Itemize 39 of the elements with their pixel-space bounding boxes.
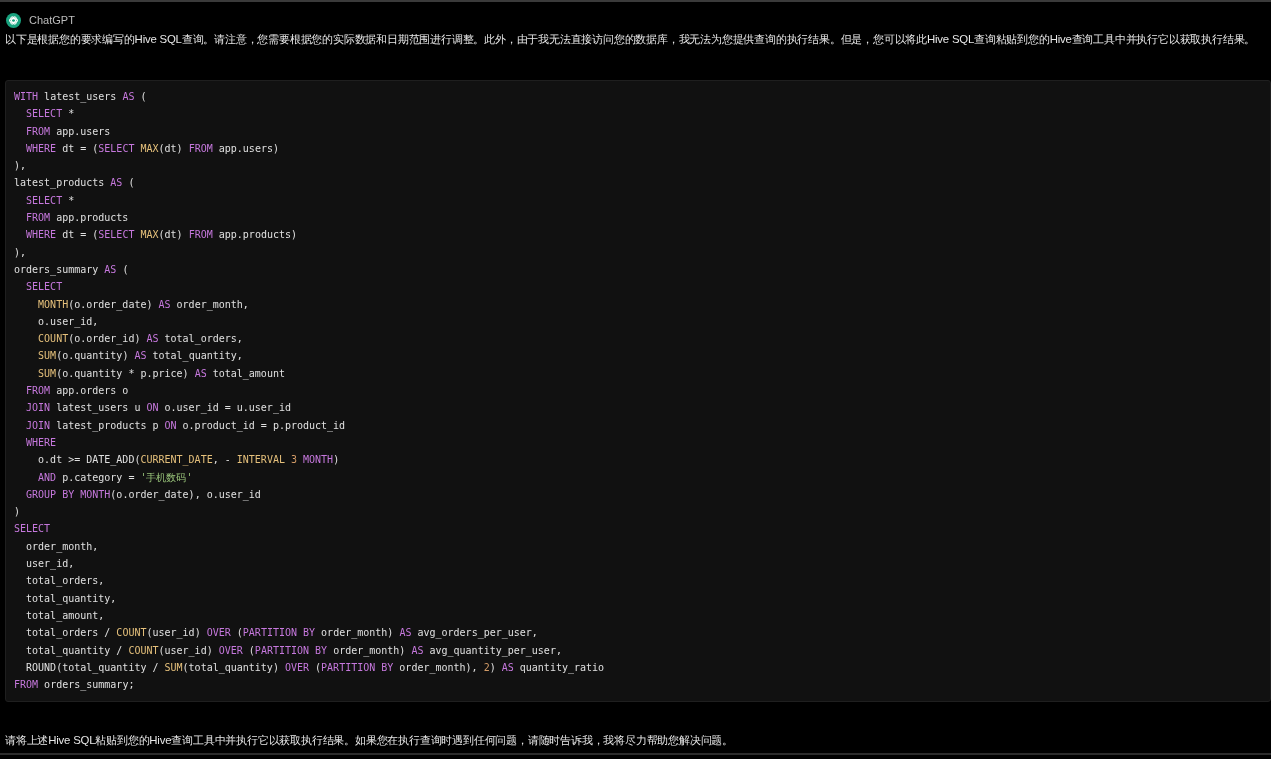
code-line: WHERE dt = (SELECT MAX(dt) FROM app.users) — [25, 141, 280, 156]
code-line: WHERE — [25, 435, 58, 450]
logo-icon — [6, 13, 21, 28]
code-line: o.user_id, — [37, 314, 100, 330]
code-line: total_quantity / COUNT(user_id) OVER (PARTITION BY order_month) AS avg_quantity_per_user, — [25, 643, 563, 659]
closing-paragraph: 请将上述Hive SQL粘贴到您的Hive查询工具中并执行它以获取执行结果。如果您在执行查询时遇到任何问题，请随时告诉我，我将尽力帮助您解决问题。 — [4, 733, 733, 748]
code-line: GROUP BY MONTH(o.order_date), o.user_id — [25, 487, 262, 503]
code-line: MONTH(o.order_date) AS order_month, — [37, 297, 250, 313]
author-name: ChatGPT — [29, 13, 75, 29]
code-line: ) — [14, 505, 22, 520]
code-line: ), — [14, 159, 28, 174]
code-line: ), — [14, 245, 28, 260]
code-line: ROUND(total_quantity / SUM(total_quantity) OVER (PARTITION BY order_month), 2) AS quantity_ratio — [25, 660, 606, 676]
code-line: user_id, — [25, 557, 76, 572]
code-line: FROM app.users — [25, 124, 112, 139]
code-line: total_quantity, — [25, 591, 118, 607]
code-line: total_orders, — [25, 574, 106, 589]
code-line: total_amount, — [25, 608, 106, 624]
code-line: SELECT * — [25, 107, 76, 122]
code-line: WHERE dt = (SELECT MAX(dt) FROM app.products) — [25, 228, 299, 243]
code-line: SUM(o.quantity * p.price) AS total_amount — [37, 366, 286, 382]
code-line: JOIN latest_users u ON o.user_id = u.user_id — [25, 401, 292, 416]
code-line: orders_summary AS ( — [14, 262, 130, 278]
code-line: SELECT — [25, 280, 64, 295]
code-line: COUNT(o.order_id) AS total_orders, — [37, 332, 244, 347]
code-line: FROM app.products — [25, 211, 130, 226]
code-line: SELECT — [14, 522, 52, 537]
code-line: total_orders / COUNT(user_id) OVER (PARTITION BY order_month) AS avg_orders_per_user, — [25, 626, 539, 641]
code-line: latest_products AS ( — [14, 176, 136, 191]
code-line: o.dt >= DATE_ADD(CURRENT_DATE, - INTERVAL 3 MONTH) — [37, 453, 341, 468]
code-line: FROM orders_summary; — [14, 678, 136, 693]
intro-paragraph: 以下是根据您的要求编写的Hive SQL查询。请注意，您需要根据您的实际数据和日期范围进行调整。此外，由于我无法直接访问您的数据库，我无法为您提供查询的执行结果。但是，您可以将此Hive SQL查询粘贴到您的Hive查询工具中并执行它以获取执行结果。 — [4, 32, 1256, 47]
code-line: FROM app.orders o — [25, 384, 130, 399]
code-line: SUM(o.quantity) AS total_quantity, — [37, 349, 244, 364]
code-line: SELECT * — [25, 193, 76, 208]
code-line: JOIN latest_products p ON o.product_id = p.product_id — [25, 418, 347, 434]
code-line: order_month, — [25, 539, 100, 555]
code-line: WITH latest_users AS ( — [14, 90, 148, 105]
code-line: AND p.category = '手机数码' — [37, 470, 194, 485]
